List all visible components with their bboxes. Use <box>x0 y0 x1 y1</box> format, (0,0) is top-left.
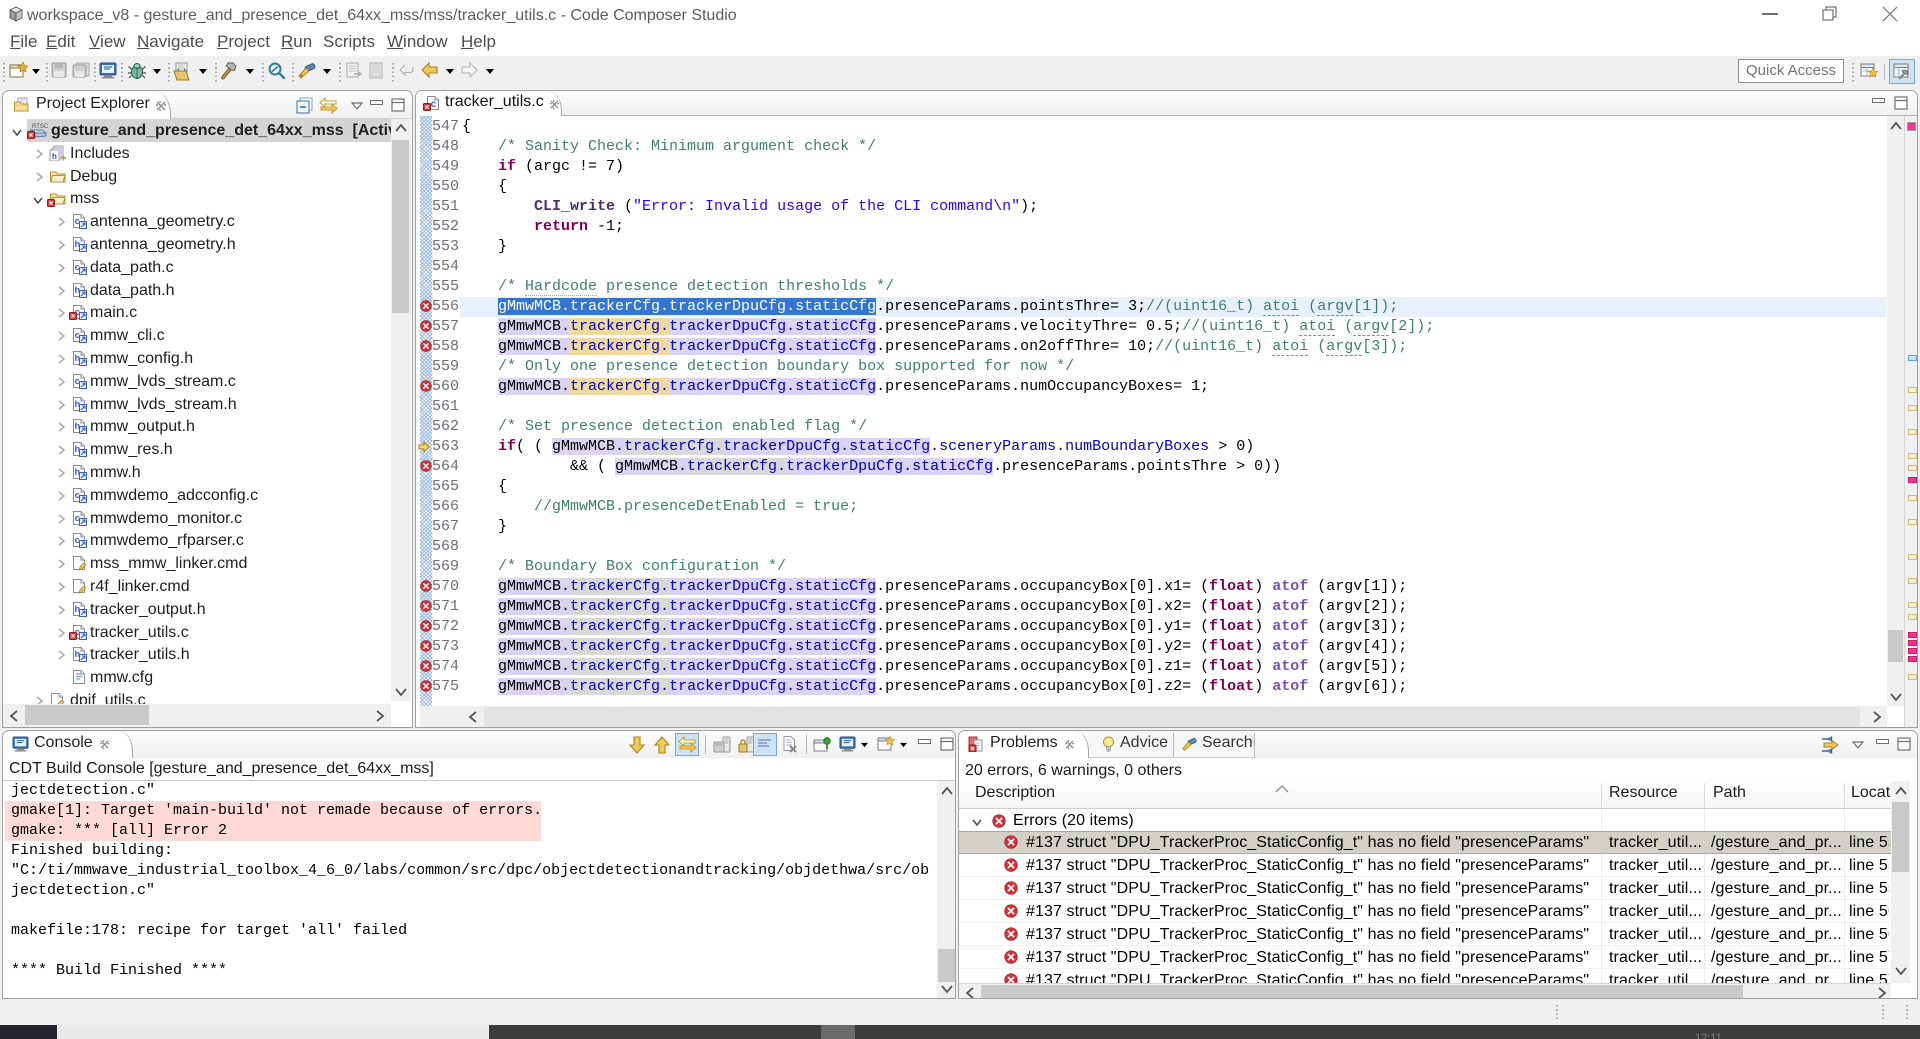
svg-text:c: c <box>431 100 437 111</box>
